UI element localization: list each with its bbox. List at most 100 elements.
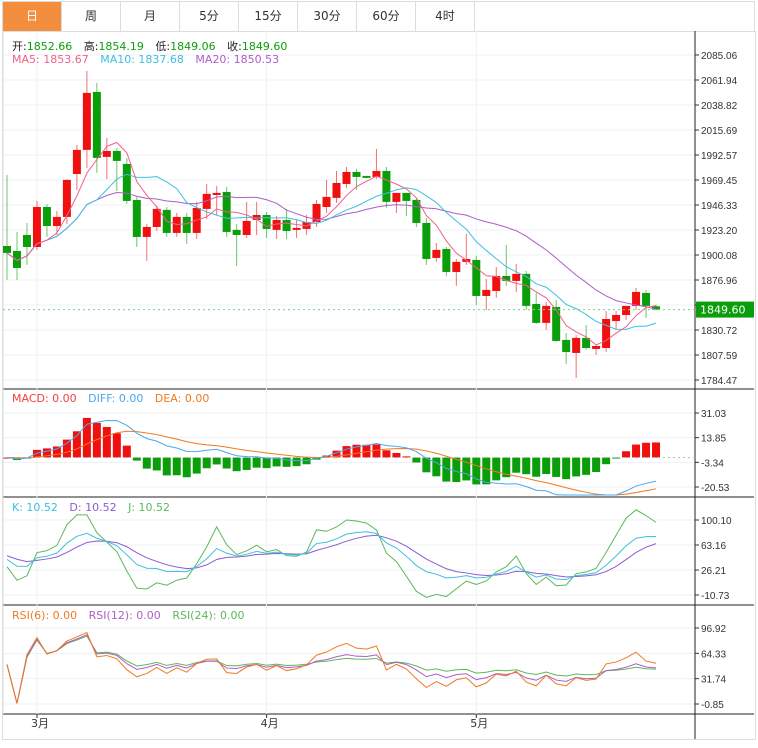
macd-histogram-bar <box>552 457 561 477</box>
close-label: 收: <box>227 40 242 53</box>
high-value: 1854.19 <box>98 40 144 53</box>
macd-histogram-bar <box>162 457 171 476</box>
dea-value: DEA: 0.00 <box>154 392 210 405</box>
macd-histogram-bar <box>102 426 111 458</box>
open-label: 开: <box>12 40 27 53</box>
ma10-value: MA10: 1837.68 <box>100 53 184 66</box>
rsi-readout: RSI(6): 0.00 RSI(12): 0.00 RSI(24): 0.00 <box>12 609 252 622</box>
macd-histogram-bar <box>602 457 611 465</box>
kline-chart[interactable]: 2085.06 2061.94 2038.82 2015.69 1992.57 1969.… <box>0 0 758 748</box>
macd-value: MACD: 0.00 <box>12 392 77 405</box>
macd-axis-label: -20.53 <box>701 483 730 494</box>
candle-up <box>342 171 351 184</box>
candle-up <box>62 179 71 217</box>
macd-histogram-bar <box>232 457 241 472</box>
candle-down <box>282 219 291 231</box>
candle-up <box>332 182 341 198</box>
rsi6-value: RSI(6): 0.00 <box>12 609 78 622</box>
kdj-axis-label: 100.10 <box>701 516 732 527</box>
candle-down <box>182 216 191 233</box>
candle-up <box>72 149 81 174</box>
macd-histogram-bar <box>172 457 181 476</box>
macd-histogram-bar <box>262 457 271 469</box>
d-value: D: 10.52 <box>69 501 117 514</box>
macd-histogram-bar <box>592 457 601 472</box>
ma20-value: MA20: 1850.53 <box>195 53 280 66</box>
close-value: 1849.60 <box>241 40 288 53</box>
candle-up <box>632 291 641 306</box>
candle-down <box>422 222 431 259</box>
price-axis-label: 1992.57 <box>701 151 738 162</box>
diff-value: DIFF: 0.00 <box>88 392 144 405</box>
rsi24-value: RSI(24): 0.00 <box>172 609 245 622</box>
macd-histogram-bar <box>622 451 631 458</box>
macd-histogram-bar <box>652 442 661 458</box>
macd-histogram-bar <box>412 457 421 463</box>
price-axis-label: 1807.59 <box>701 351 738 362</box>
candle-up <box>602 318 611 348</box>
candle-up <box>322 196 331 207</box>
price-axis-label: 1784.47 <box>701 376 738 387</box>
candle-up <box>82 92 91 150</box>
ma5-line <box>6 141 657 346</box>
price-axis-label: 1900.08 <box>701 251 738 262</box>
candle-down <box>232 229 241 235</box>
price-axis-label: 2085.06 <box>701 51 738 62</box>
kdj-axis-label: 63.16 <box>701 541 726 552</box>
macd-histogram-bar <box>112 433 121 458</box>
macd-histogram-bar <box>452 457 461 482</box>
macd-readout: MACD: 0.00 DIFF: 0.00 DEA: 0.00 <box>12 392 217 405</box>
rsi12-value: RSI(12): 0.00 <box>88 609 161 622</box>
candle-down <box>112 150 121 161</box>
month-label: 3月 <box>31 717 49 730</box>
macd-histogram-bar <box>522 457 531 475</box>
macd-histogram-bar <box>252 457 261 468</box>
candle-up <box>292 227 301 230</box>
candle-up <box>432 249 441 258</box>
candle-up <box>102 150 111 157</box>
rsi-axis-label: 31.74 <box>701 675 726 686</box>
candle-up <box>572 337 581 353</box>
rsi24-line <box>6 635 657 704</box>
macd-histogram-bar <box>292 457 301 467</box>
candle-down <box>92 91 101 158</box>
macd-histogram-bar <box>432 457 441 477</box>
candle-down <box>642 292 651 306</box>
macd-histogram-bar <box>562 457 571 480</box>
candle-down <box>562 339 571 352</box>
price-axis-label: 1969.45 <box>701 176 738 187</box>
candle-up <box>212 192 221 195</box>
rsi-axis-label: 96.92 <box>701 624 726 635</box>
candle-up <box>612 314 621 322</box>
macd-histogram-bar <box>92 422 101 458</box>
macd-histogram-bar <box>282 457 291 467</box>
macd-histogram-bar <box>542 457 551 475</box>
candle-up <box>482 289 491 296</box>
macd-histogram-bar <box>382 450 391 458</box>
j-line <box>6 509 657 598</box>
macd-histogram-bar <box>152 457 161 471</box>
ma-readout: MA5: 1853.67 MA10: 1837.68 MA20: 1850.53 <box>12 53 287 66</box>
macd-histogram-bar <box>122 445 131 458</box>
ohlc-readout: 开:1852.66 高:1854.19 低:1849.06 收:1849.60 <box>12 38 295 54</box>
candle-down <box>122 163 131 201</box>
macd-histogram-bar <box>62 439 71 458</box>
j-value: J: 10.52 <box>128 501 171 514</box>
macd-histogram-bar <box>512 457 521 473</box>
kdj-axis-label: -10.73 <box>701 591 730 602</box>
candle-down <box>382 170 391 202</box>
rsi-axis-label: 64.33 <box>701 649 726 660</box>
rsi6-line <box>6 631 657 704</box>
candle-down <box>402 192 411 201</box>
macd-histogram-bar <box>182 457 191 478</box>
candle-up <box>452 261 461 272</box>
k-line <box>6 531 657 581</box>
low-value: 1849.06 <box>170 40 216 53</box>
macd-histogram-bar <box>572 457 581 477</box>
candle-up <box>492 275 501 291</box>
macd-histogram-bar <box>342 446 351 458</box>
candle-up <box>592 346 601 349</box>
macd-histogram-bar <box>642 442 651 458</box>
macd-histogram-bar <box>52 446 61 458</box>
macd-histogram-bar <box>192 457 201 474</box>
